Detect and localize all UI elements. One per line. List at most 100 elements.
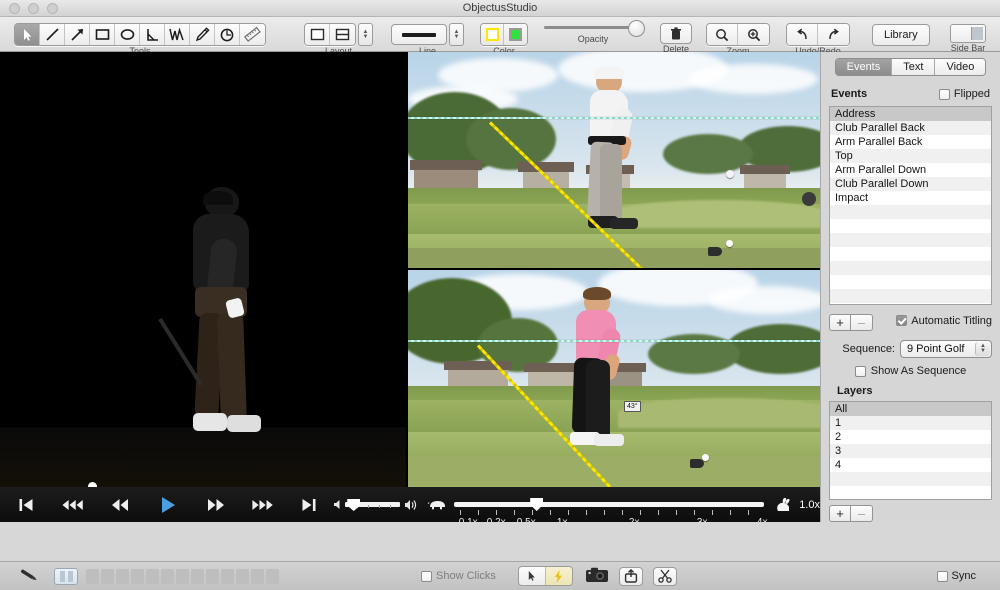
list-item[interactable]: Top [830, 149, 991, 163]
sidebar-tabs[interactable]: Events Text Video [829, 58, 992, 76]
add-layer-button[interactable]: + [829, 505, 851, 522]
export-icon[interactable] [619, 567, 643, 586]
events-add-remove[interactable]: + – [829, 314, 873, 331]
layout-split-icon[interactable] [330, 24, 355, 45]
color-swatches[interactable] [480, 23, 528, 46]
list-item[interactable]: Arm Parallel Down [830, 163, 991, 177]
list-item[interactable] [830, 219, 991, 233]
add-event-button[interactable]: + [829, 314, 851, 331]
layers-add-remove[interactable]: + – [829, 505, 992, 522]
list-item[interactable]: Club Parallel Down [830, 177, 991, 191]
volume-control[interactable] [333, 499, 417, 511]
mode-toggle[interactable] [518, 566, 573, 586]
list-item[interactable] [830, 486, 991, 500]
rectangle-icon[interactable] [90, 24, 115, 45]
bolt-icon[interactable] [546, 567, 572, 585]
show-clicks-row[interactable]: Show Clicks [421, 570, 496, 582]
volume-slider[interactable] [345, 501, 400, 508]
volume-slider-knob[interactable] [347, 499, 360, 511]
rewind-button[interactable] [110, 492, 130, 518]
list-item[interactable]: 3 [830, 444, 991, 458]
list-item[interactable] [830, 247, 991, 261]
library-button[interactable]: Library [872, 24, 930, 46]
sync-checkbox[interactable] [937, 571, 948, 582]
list-item[interactable] [830, 289, 991, 303]
play-button[interactable] [158, 492, 178, 518]
list-item[interactable]: Impact [830, 191, 991, 205]
corner-handle[interactable] [802, 192, 816, 206]
list-item[interactable]: 4 [830, 458, 991, 472]
undo-icon[interactable] [787, 24, 818, 45]
pencil-icon[interactable] [190, 24, 215, 45]
list-item[interactable]: 2 [830, 430, 991, 444]
remove-layer-button[interactable]: – [851, 505, 873, 522]
list-item[interactable] [830, 275, 991, 289]
arrow-select-icon[interactable] [15, 24, 40, 45]
list-item[interactable] [830, 233, 991, 247]
layers-list[interactable]: All 1 2 3 4 [829, 401, 992, 500]
undo-redo-segmented-control[interactable] [786, 23, 850, 46]
color-swatch-green[interactable] [504, 24, 527, 45]
side-bar-toggle-icon[interactable] [950, 24, 986, 43]
flipped-checkbox[interactable] [939, 89, 950, 100]
zoom-segmented-control[interactable] [706, 23, 770, 46]
sync-row[interactable]: Sync [937, 570, 976, 582]
jump-to-end-button[interactable] [299, 492, 319, 518]
tab-text[interactable]: Text [892, 59, 935, 75]
top-right-video-panel[interactable] [408, 52, 820, 268]
list-item[interactable]: Arm Parallel Back [830, 135, 991, 149]
step-forward-fast-button[interactable] [252, 492, 274, 518]
tools-segmented-control[interactable] [14, 23, 266, 46]
layout-segmented-control[interactable] [304, 23, 356, 46]
list-item[interactable] [830, 205, 991, 219]
list-item[interactable]: Address [830, 107, 991, 121]
list-item[interactable]: All [830, 402, 991, 416]
chevron-updown-icon[interactable]: ▲▼ [975, 342, 990, 356]
sequence-select[interactable]: 9 Point Golf ▲▼ [900, 340, 992, 358]
speed-slider[interactable] [454, 502, 764, 507]
step-back-fast-button[interactable] [62, 492, 84, 518]
ellipse-icon[interactable] [115, 24, 140, 45]
horizon-guide-line-2[interactable] [408, 340, 820, 342]
show-clicks-checkbox[interactable] [421, 571, 432, 582]
opacity-slider[interactable] [544, 26, 642, 29]
pen-icon[interactable] [16, 568, 40, 585]
line-icon[interactable] [40, 24, 65, 45]
list-item[interactable]: Club Parallel Back [830, 121, 991, 135]
flipped-checkbox-row[interactable]: Flipped [939, 88, 990, 100]
camera-icon[interactable] [585, 567, 609, 586]
clock-icon[interactable] [215, 24, 240, 45]
pause-icon[interactable] [54, 568, 78, 585]
angle-icon[interactable] [140, 24, 165, 45]
list-item[interactable] [830, 472, 991, 486]
opacity-slider-knob[interactable] [628, 20, 645, 37]
zigzag-icon[interactable] [165, 24, 190, 45]
jump-to-start-button[interactable] [16, 492, 36, 518]
color-swatch-yellow[interactable] [481, 24, 504, 45]
bottom-right-video-panel[interactable]: 43° [408, 270, 820, 487]
fast-forward-button[interactable] [206, 492, 226, 518]
automatic-titling-checkbox[interactable] [896, 315, 907, 326]
scissors-icon[interactable] [653, 567, 677, 586]
arrow-icon[interactable] [65, 24, 90, 45]
line-weight-icon[interactable] [391, 24, 447, 45]
zoom-in-icon[interactable] [738, 24, 769, 45]
tab-events[interactable]: Events [836, 59, 893, 75]
main-video-panel[interactable] [0, 52, 406, 487]
automatic-titling-row[interactable]: Automatic Titling [896, 315, 992, 327]
list-item[interactable] [830, 261, 991, 275]
line-weight-stepper[interactable]: ▲▼ [449, 23, 464, 46]
ruler-icon[interactable] [240, 24, 265, 45]
zoom-out-icon[interactable] [707, 24, 738, 45]
layout-stepper[interactable]: ▲▼ [358, 23, 373, 46]
redo-icon[interactable] [818, 24, 849, 45]
show-as-sequence-row[interactable]: Show As Sequence [829, 365, 992, 377]
show-as-sequence-checkbox[interactable] [855, 366, 866, 377]
list-item[interactable]: 1 [830, 416, 991, 430]
horizon-guide-line[interactable] [408, 117, 820, 119]
frame-cells[interactable] [86, 569, 279, 584]
remove-event-button[interactable]: – [851, 314, 873, 331]
layout-single-icon[interactable] [305, 24, 330, 45]
trash-icon[interactable] [660, 23, 692, 44]
events-list[interactable]: Address Club Parallel Back Arm Parallel … [829, 106, 992, 305]
